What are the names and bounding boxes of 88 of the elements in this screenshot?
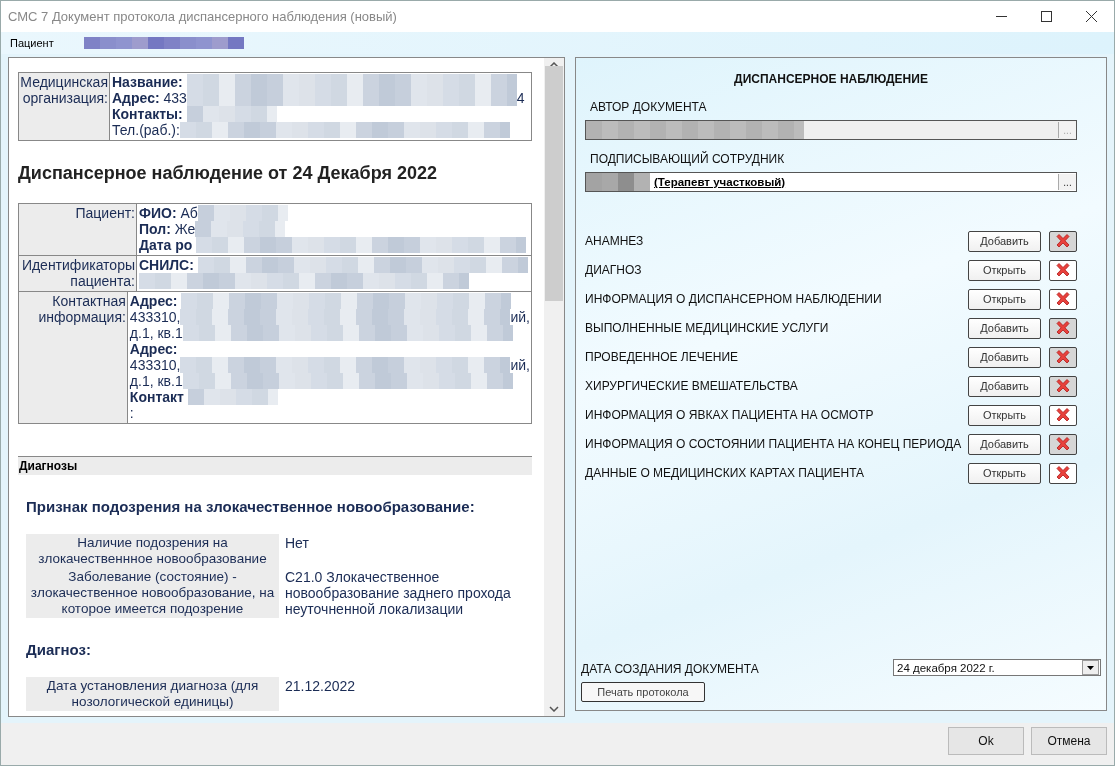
close-icon bbox=[1086, 11, 1097, 22]
action-button[interactable]: Открыть bbox=[968, 462, 1041, 484]
dropdown-arrow-icon bbox=[1087, 665, 1094, 670]
action-button[interactable]: Добавить bbox=[968, 230, 1041, 252]
row-label: Идентификаторы пациента: bbox=[19, 256, 137, 291]
date-dropdown[interactable]: 24 декабря 2022 г. bbox=[893, 659, 1101, 676]
section-label: ИНФОРМАЦИЯ О ЯВКАХ ПАЦИЕНТА НА ОСМОТР bbox=[585, 408, 875, 422]
browse-button[interactable]: ... bbox=[1058, 174, 1076, 190]
action-button[interactable]: Открыть bbox=[968, 404, 1041, 426]
field-value: ий, bbox=[510, 309, 530, 325]
field-label: Контакт bbox=[129, 389, 185, 405]
section-label: ДИАГНОЗ bbox=[585, 263, 643, 277]
section-label: ИНФОРМАЦИЯ О СОСТОЯНИИ ПАЦИЕНТА НА КОНЕЦ ПЕРИОДА bbox=[585, 437, 963, 451]
field-value: 433310, bbox=[129, 357, 181, 373]
delete-icon bbox=[1055, 262, 1071, 278]
delete-icon bbox=[1055, 349, 1071, 365]
dialog-button[interactable]: Отмена bbox=[1031, 727, 1107, 755]
row-value: Нет bbox=[284, 534, 310, 553]
field-value: д.1, кв.1 bbox=[129, 373, 183, 389]
form-title: ДИСПАНСЕРНОЕ НАБЛЮДЕНИЕ bbox=[733, 72, 929, 86]
block-title: Диагноз: bbox=[26, 641, 92, 658]
delete-icon bbox=[1055, 233, 1071, 249]
action-button[interactable]: Добавить bbox=[968, 375, 1041, 397]
section-label: ВЫПОЛНЕННЫЕ МЕДИЦИНСКИЕ УСЛУГИ bbox=[585, 321, 830, 335]
field-value: Же bbox=[174, 221, 196, 237]
signer-name: (Терапевт участковый) bbox=[653, 176, 786, 188]
scroll-up-icon bbox=[549, 62, 559, 68]
field-value: Аб bbox=[180, 205, 198, 221]
field-label: Контакты: bbox=[112, 106, 184, 122]
delete-button[interactable] bbox=[1049, 462, 1077, 484]
delete-icon bbox=[1055, 407, 1071, 423]
row-label: Пациент: bbox=[19, 204, 137, 255]
field-label: СНИЛС: bbox=[139, 257, 195, 273]
delete-icon bbox=[1055, 320, 1071, 336]
row-label: Медицинская организация: bbox=[19, 73, 110, 140]
delete-button[interactable] bbox=[1049, 259, 1077, 281]
delete-button[interactable] bbox=[1049, 404, 1077, 426]
block-title: Признак подозрения на злокачественное новообразование: bbox=[26, 498, 476, 515]
scrollbar-thumb[interactable] bbox=[545, 66, 563, 301]
blurred-redaction bbox=[586, 173, 650, 191]
signer-field[interactable]: (Терапевт участковый) ... bbox=[585, 172, 1077, 192]
field-label: Адрес: bbox=[129, 341, 179, 357]
minimize-icon bbox=[996, 15, 1007, 18]
field-label: ДАТА СОЗДАНИЯ ДОКУМЕНТА bbox=[581, 662, 759, 676]
action-button[interactable]: Открыть bbox=[968, 288, 1041, 310]
section-label: АНАМНЕЗ bbox=[585, 234, 645, 248]
action-button[interactable]: Добавить bbox=[968, 317, 1041, 339]
field-value: ий, bbox=[510, 357, 530, 373]
row-label: Заболевание (состояние) - злокачественное новообразование, на которое имеется подозрение bbox=[26, 568, 279, 618]
document-heading: Диспансерное наблюдение от 24 Декабря 2022 bbox=[18, 163, 438, 184]
section-label: ПРОВЕДЕННОЕ ЛЕЧЕНИЕ bbox=[585, 350, 740, 364]
row-value: 21.12.2022 bbox=[284, 677, 357, 696]
field-label: Пол: bbox=[139, 221, 172, 237]
row-label: Дата установления диагноза (для нозологической единицы) bbox=[26, 677, 279, 711]
field-value: Тел.(раб.): bbox=[112, 122, 180, 138]
scroll-down-icon bbox=[549, 706, 559, 712]
delete-icon bbox=[1055, 465, 1071, 481]
field-value: 433310, bbox=[129, 309, 181, 325]
field-label: Название: bbox=[112, 74, 184, 90]
row-label: Наличие подозрения на злокачественнное новообразование bbox=[26, 534, 279, 568]
field-value: 433 bbox=[163, 90, 187, 106]
field-label: АВТОР ДОКУМЕНТА bbox=[589, 100, 708, 114]
action-button[interactable]: Добавить bbox=[968, 433, 1041, 455]
field-label: ПОДПИСЫВАЮЩИЙ СОТРУДНИК bbox=[589, 152, 786, 166]
section-label: ХИРУРГИЧЕСКИЕ ВМЕШАТЕЛЬСТВА bbox=[585, 379, 799, 393]
row-label: Контактная информация: bbox=[19, 292, 128, 423]
window-title: СМС 7 Документ протокола диспансерного наблюдения (новый) bbox=[8, 9, 398, 24]
section-label: ИНФОРМАЦИЯ О ДИСПАНСЕРНОМ НАБЛЮДЕНИИ bbox=[585, 292, 883, 306]
section-label: ДАННЫЕ О МЕДИЦИНСКИХ КАРТАХ ПАЦИЕНТА bbox=[585, 466, 866, 480]
field-value: д.1, кв.1 bbox=[129, 325, 183, 341]
action-button[interactable]: Добавить bbox=[968, 346, 1041, 368]
maximize-icon bbox=[1041, 11, 1052, 22]
patient-label: Пациент bbox=[10, 37, 54, 49]
action-button[interactable]: Открыть bbox=[968, 259, 1041, 281]
field-value: : bbox=[129, 405, 134, 421]
field-label: Адрес: bbox=[112, 90, 161, 106]
field-label: ФИО: bbox=[139, 205, 178, 221]
print-button[interactable]: Печать протокола bbox=[581, 682, 705, 702]
field-label: Дата ро bbox=[139, 237, 194, 253]
field-label: Адрес: bbox=[129, 293, 179, 309]
row-value: C21.0 Злокачественное новообразование заднего прохода неуточненной локализации bbox=[284, 568, 512, 618]
delete-button[interactable] bbox=[1049, 288, 1077, 310]
delete-icon bbox=[1055, 436, 1071, 452]
delete-icon bbox=[1055, 378, 1071, 394]
section-header: Диагнозы bbox=[18, 456, 532, 475]
delete-icon bbox=[1055, 291, 1071, 307]
dialog-button[interactable]: Ok bbox=[948, 727, 1024, 755]
field-value: 4 bbox=[516, 90, 525, 106]
